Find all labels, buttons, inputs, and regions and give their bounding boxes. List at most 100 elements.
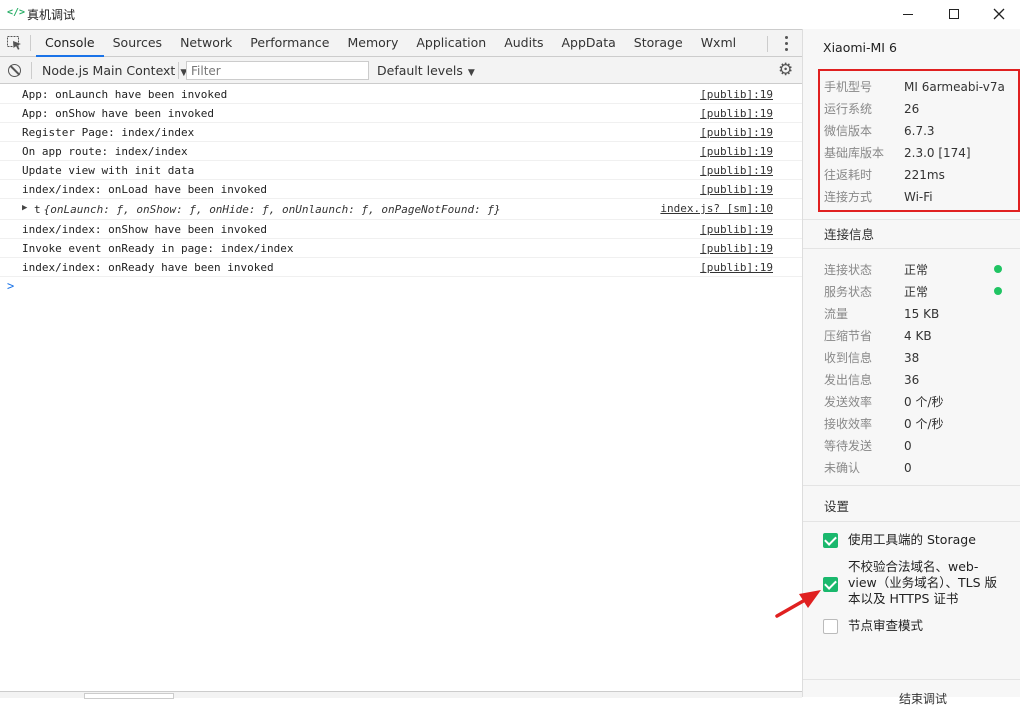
log-source-link[interactable]: [publib]:19 — [700, 242, 773, 255]
info-key: 等待发送 — [824, 439, 873, 453]
info-key: 手机型号 — [824, 80, 873, 94]
connection-info-row: 发送效率 0 个/秒 — [824, 393, 944, 410]
maximize-button[interactable] — [931, 0, 977, 28]
context-selector[interactable]: Node.js Main Context ▼ — [42, 63, 187, 78]
tab-memory[interactable]: Memory — [339, 30, 408, 57]
device-info-row: 运行系统 26 — [824, 100, 919, 117]
prompt-chevron-icon: > — [7, 279, 15, 293]
log-source-link[interactable]: [publib]:19 — [700, 88, 773, 101]
log-source-link[interactable]: [publib]:19 — [700, 164, 773, 177]
log-source-link[interactable]: [publib]:19 — [700, 261, 773, 274]
clear-console-icon[interactable] — [8, 64, 21, 77]
tab-wxml[interactable]: Wxml — [692, 30, 745, 57]
log-source-link[interactable]: [publib]:19 — [700, 145, 773, 158]
info-key: 往返耗时 — [824, 168, 873, 182]
expand-triangle-icon[interactable]: ▶ — [22, 203, 27, 213]
tab-audits[interactable]: Audits — [495, 30, 552, 57]
log-row: Update view with init data [publib]:19 — [0, 161, 802, 180]
gear-icon[interactable]: ⚙ — [778, 61, 793, 79]
console-output: App: onLaunch have been invoked [publib]:… — [0, 85, 802, 297]
divider — [803, 248, 1020, 249]
info-value: 2.3.0 [174] — [904, 146, 971, 160]
log-row: index/index: onReady have been invoked [p… — [0, 258, 802, 277]
log-levels-label: Default levels — [377, 63, 463, 78]
log-message: App: onShow have been invoked — [22, 107, 215, 120]
settings-label-line: 不校验合法域名、web- — [848, 559, 979, 574]
tab-appdata[interactable]: AppData — [552, 30, 624, 57]
settings-checkbox[interactable] — [823, 577, 838, 592]
tab-separator — [30, 35, 31, 51]
object-preview[interactable]: t {onLaunch: ƒ, onShow: ƒ, onHide: ƒ, onU… — [34, 203, 501, 216]
log-row: index/index: onLoad have been invoked [pu… — [0, 180, 802, 199]
tab-list: Console Sources Network Performance Memory Ap… — [36, 30, 745, 57]
context-label: Node.js Main Context — [42, 63, 176, 78]
log-row: index/index: onShow have been invoked [pu… — [0, 220, 802, 239]
log-message: index/index: onReady have been invoked — [22, 261, 274, 274]
minimize-button[interactable] — [885, 0, 931, 28]
status-dot-icon — [994, 265, 1002, 273]
connection-info-row: 等待发送 0 — [824, 437, 912, 454]
info-key: 基础库版本 — [824, 146, 885, 160]
minimize-icon — [903, 13, 913, 15]
console-prompt-row[interactable]: > — [0, 277, 802, 297]
info-value: 38 — [904, 351, 920, 365]
log-levels-dropdown[interactable]: Default levels ▼ — [377, 63, 475, 78]
info-key: 连接状态 — [824, 263, 873, 277]
connection-info-row: 压缩节省 4 KB — [824, 327, 932, 344]
info-value: Wi-Fi — [904, 190, 933, 204]
tab-storage[interactable]: Storage — [625, 30, 692, 57]
filter-input[interactable] — [186, 61, 369, 80]
device-info-row: 微信版本 6.7.3 — [824, 122, 935, 139]
log-source-link[interactable]: [publib]:19 — [700, 107, 773, 120]
end-debug-button[interactable]: 结束调试 — [863, 690, 983, 707]
object-class: t — [34, 203, 41, 216]
info-value: 4 KB — [904, 329, 932, 343]
toolbar-separator — [31, 62, 32, 79]
object-summary: {onLaunch: ƒ, onShow: ƒ, onHide: ƒ, onUn… — [43, 203, 501, 216]
log-source-link[interactable]: index.js? [sm]:10 — [660, 202, 773, 215]
info-value: 0 — [904, 461, 912, 475]
close-window-button[interactable] — [976, 0, 1020, 28]
tab-sources[interactable]: Sources — [104, 30, 171, 57]
tab-console[interactable]: Console — [36, 30, 104, 57]
log-source-link[interactable]: [publib]:19 — [700, 223, 773, 236]
divider — [803, 521, 1020, 522]
info-value: 6.7.3 — [904, 124, 935, 138]
device-info-row: 往返耗时 221ms — [824, 166, 945, 183]
connection-info-row: 收到信息 38 — [824, 349, 919, 366]
close-icon — [993, 8, 1005, 20]
drawer-tab[interactable] — [84, 693, 174, 699]
device-info-row: 基础库版本 2.3.0 [174] — [824, 144, 971, 161]
connection-info-row: 服务状态 正常 — [824, 283, 928, 300]
devtools-pane: Console Sources Network Performance Memory Ap… — [0, 29, 802, 699]
info-value: 0 个/秒 — [904, 417, 944, 431]
settings-label-line: 本以及 HTTPS 证书 — [848, 591, 959, 606]
log-row: App: onLaunch have been invoked [publib]:… — [0, 85, 802, 104]
divider — [803, 679, 1020, 680]
tab-network[interactable]: Network — [171, 30, 241, 57]
caret-down-icon: ▼ — [467, 68, 475, 78]
inspect-element-icon[interactable] — [7, 36, 22, 50]
settings-checkbox[interactable] — [823, 619, 838, 634]
console-toolbar: Node.js Main Context▼ Default levels ▼ ⚙ — [0, 57, 802, 84]
info-key: 收到信息 — [824, 351, 873, 365]
info-key: 发送效率 — [824, 395, 873, 409]
info-value: 正常 — [904, 263, 929, 277]
log-source-link[interactable]: [publib]:19 — [700, 183, 773, 196]
info-value: MI 6armeabi-v7a — [904, 80, 1005, 94]
log-source-link[interactable]: [publib]:19 — [700, 126, 773, 139]
more-options-icon[interactable] — [780, 34, 792, 52]
log-row: On app route: index/index [publib]:19 — [0, 142, 802, 161]
settings-label: 使用工具端的 Storage — [848, 532, 976, 547]
tab-application[interactable]: Application — [407, 30, 495, 57]
info-key: 压缩节省 — [824, 329, 873, 343]
log-row: App: onShow have been invoked [publib]:19 — [0, 104, 802, 123]
settings-checkbox[interactable] — [823, 533, 838, 548]
divider — [803, 485, 1020, 486]
info-value: 正常 — [904, 285, 929, 299]
info-key: 未确认 — [824, 461, 861, 475]
log-message: index/index: onLoad have been invoked — [22, 183, 268, 196]
info-key: 连接方式 — [824, 190, 873, 204]
tab-performance[interactable]: Performance — [241, 30, 338, 57]
info-key: 接收效率 — [824, 417, 873, 431]
